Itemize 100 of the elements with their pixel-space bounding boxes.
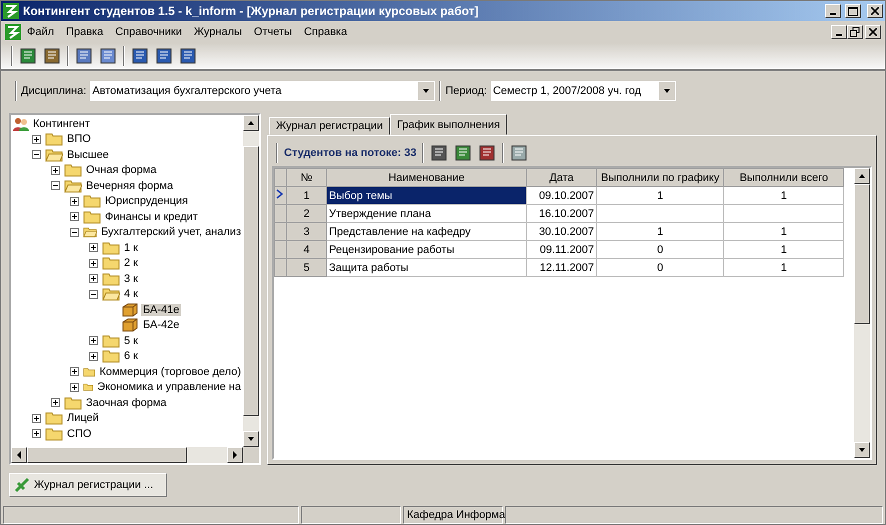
column-header[interactable]: Наименование xyxy=(326,168,526,186)
discipline-dropdown[interactable]: Автоматизация бухгалтерского учета xyxy=(90,81,436,101)
folder-icon xyxy=(83,210,101,224)
collapse-icon[interactable] xyxy=(89,290,98,299)
table-cell: Рецензирование работы xyxy=(326,240,526,258)
menu-item[interactable]: Справочники xyxy=(109,26,188,38)
tree-item[interactable]: Высшее xyxy=(65,148,111,161)
table-cell: 12.11.2007 xyxy=(526,258,596,276)
restore-icon xyxy=(850,27,860,37)
tree-item[interactable]: Экономика и управление на xyxy=(95,381,243,394)
column-header[interactable]: № xyxy=(286,168,326,186)
expand-icon[interactable] xyxy=(70,367,79,376)
column-header[interactable]: Дата xyxy=(526,168,596,186)
expand-icon[interactable] xyxy=(70,196,79,206)
table-cell: Защита работы xyxy=(326,258,526,276)
open-folder-icon xyxy=(64,178,82,193)
tree-item[interactable]: Лицей xyxy=(65,412,101,424)
tab[interactable]: Журнал регистрации xyxy=(269,117,390,135)
folder-icon xyxy=(45,132,63,146)
collapse-icon[interactable] xyxy=(70,228,79,237)
close-icon xyxy=(871,7,879,15)
app-logo-icon xyxy=(3,3,19,19)
tree-item[interactable]: 2 к xyxy=(122,257,140,270)
minimize-button[interactable] xyxy=(825,4,841,18)
row-number: 1 xyxy=(286,186,326,204)
scroll-right-icon[interactable] xyxy=(230,450,240,460)
window-title: Контингент студентов 1.5 - k_inform - [Журнал регистрации курсовых работ] xyxy=(23,4,480,18)
tree-item[interactable]: БА-42е xyxy=(141,319,182,332)
tree-item[interactable]: СПО xyxy=(65,428,94,440)
table-cell: Выбор темы xyxy=(326,186,526,204)
restore-button[interactable] xyxy=(847,25,863,39)
vertical-scrollbar[interactable] xyxy=(854,168,870,458)
column-header[interactable]: Выполнили всего xyxy=(724,168,844,186)
folder-icon xyxy=(102,240,120,255)
tree-item[interactable]: 3 к xyxy=(122,272,140,285)
folder-icon xyxy=(102,272,120,286)
tree-item[interactable]: Юриспруденция xyxy=(103,195,190,208)
window-tab[interactable]: Журнал регистрации ... xyxy=(9,473,167,497)
table-cell: 1 xyxy=(724,222,844,240)
menu-item[interactable]: Файл xyxy=(21,26,60,38)
menu-item[interactable]: Правка xyxy=(60,26,110,38)
table-cell: Представление на кафедру xyxy=(326,222,526,240)
tree-item[interactable]: Коммерция (торговое дело) xyxy=(97,366,243,378)
expand-icon[interactable] xyxy=(89,258,98,268)
table-cell: 1 xyxy=(724,240,844,258)
close-icon xyxy=(869,28,877,36)
tree-item[interactable]: 1 к xyxy=(122,242,140,254)
expand-icon[interactable] xyxy=(32,429,41,438)
expand-icon[interactable] xyxy=(32,134,41,144)
table-cell: Утверждение плана xyxy=(326,204,526,222)
menu-item[interactable]: Журналы xyxy=(188,26,248,38)
row-number: 2 xyxy=(286,204,326,222)
cube-icon xyxy=(121,317,139,334)
maximize-button[interactable] xyxy=(845,4,861,18)
close-button[interactable] xyxy=(865,25,881,39)
tree-item[interactable]: Заочная форма xyxy=(84,396,169,409)
menu-item[interactable]: Справка xyxy=(298,26,354,38)
folder-icon xyxy=(102,349,120,364)
tree-item[interactable]: Контингент xyxy=(31,118,92,130)
tree-item[interactable]: ВПО xyxy=(65,133,93,146)
table-cell: 0 xyxy=(596,240,724,258)
folder-icon xyxy=(102,256,120,270)
folder-icon xyxy=(102,334,120,348)
tree-item[interactable]: БА-41е xyxy=(141,304,182,316)
table-cell: 1 xyxy=(596,222,724,240)
tree-item[interactable]: Финансы и кредит xyxy=(103,210,200,223)
field-label: Дисциплина: xyxy=(21,85,86,97)
close-button[interactable] xyxy=(867,4,883,18)
expand-icon[interactable] xyxy=(89,243,98,252)
expand-icon[interactable] xyxy=(89,336,98,346)
app-logo-icon[interactable] xyxy=(5,24,21,40)
table-cell: 0 xyxy=(596,258,724,276)
expand-icon[interactable] xyxy=(70,212,79,222)
table-cell: 30.10.2007 xyxy=(526,222,596,240)
collapse-icon[interactable] xyxy=(51,181,60,190)
minimize-button[interactable] xyxy=(831,25,847,39)
expand-icon[interactable] xyxy=(70,382,79,392)
collapse-icon[interactable] xyxy=(32,150,41,160)
tree-item[interactable]: Очная форма xyxy=(84,164,158,176)
tree-item[interactable]: Бухгалтерский учет, анализ xyxy=(99,226,243,238)
tree-item[interactable]: Вечерняя форма xyxy=(84,180,176,192)
menu-item[interactable]: Отчеты xyxy=(248,26,298,38)
folder-icon xyxy=(45,426,63,441)
maximize-icon xyxy=(848,6,858,16)
tree-item[interactable]: 6 к xyxy=(122,350,140,362)
period-dropdown[interactable]: Семестр 1, 2007/2008 уч. год xyxy=(490,81,676,101)
expand-icon[interactable] xyxy=(51,398,60,408)
expand-icon[interactable] xyxy=(32,414,41,423)
column-header[interactable]: Выполнили по графику xyxy=(596,168,724,186)
tab[interactable]: График выполнения xyxy=(390,114,507,135)
students-count-label: Студентов на потоке: 33 xyxy=(284,147,416,159)
tree-item[interactable]: 5 к xyxy=(122,334,140,347)
expand-icon[interactable] xyxy=(89,352,98,361)
vertical-scrollbar[interactable] xyxy=(243,115,259,447)
tree-item[interactable]: 4 к xyxy=(122,288,140,300)
open-folder-icon xyxy=(83,225,98,240)
table-cell: 09.11.2007 xyxy=(526,240,596,258)
expand-icon[interactable] xyxy=(51,166,60,175)
expand-icon[interactable] xyxy=(89,274,98,284)
horizontal-scrollbar[interactable] xyxy=(11,447,243,463)
